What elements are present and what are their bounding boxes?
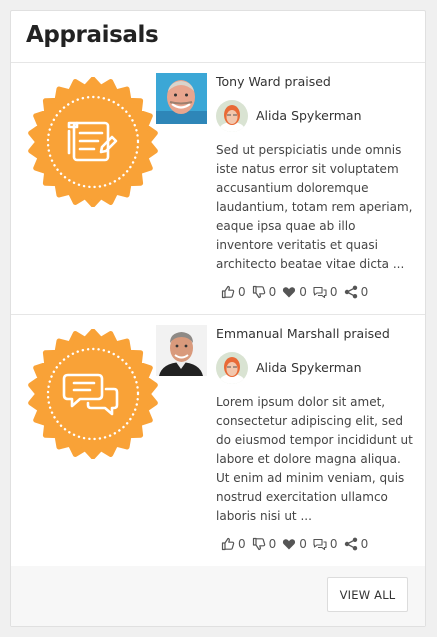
appraisal-actions: 0 0 0 0 0	[221, 285, 368, 299]
like-button[interactable]: 0	[221, 537, 246, 551]
comment-count: 0	[329, 537, 338, 551]
share-button[interactable]: 0	[344, 537, 369, 551]
heart-icon	[283, 287, 296, 298]
like-button[interactable]: 0	[221, 285, 246, 299]
thumbs-up-icon	[221, 285, 235, 299]
recipient-name[interactable]: Alida Spykerman	[256, 360, 362, 375]
praiser-photo[interactable]	[156, 73, 207, 124]
award-badge	[28, 77, 158, 207]
appraisal-actions: 0 0 0 0 0	[221, 537, 368, 551]
recipient-avatar[interactable]	[216, 100, 248, 132]
heart-icon	[283, 539, 296, 550]
recipient-name[interactable]: Alida Spykerman	[256, 108, 362, 123]
thumbs-up-icon	[221, 537, 235, 551]
like-count: 0	[238, 537, 246, 551]
award-badge	[28, 329, 158, 459]
heart-count: 0	[299, 285, 307, 299]
appraisal-item: Tony Ward praised Alida Spykerman Sed ut…	[11, 63, 425, 315]
share-icon	[344, 537, 357, 551]
view-all-button[interactable]: VIEW ALL	[327, 577, 408, 612]
comment-button[interactable]: 0	[313, 537, 338, 551]
appraisals-widget: Appraisals Tony Ward praised Alida Spyke…	[10, 10, 426, 627]
heart-count: 0	[299, 537, 307, 551]
dislike-button[interactable]: 0	[252, 537, 277, 551]
share-icon	[344, 285, 357, 299]
share-button[interactable]: 0	[344, 285, 369, 299]
heart-button[interactable]: 0	[282, 537, 307, 551]
widget-header: Appraisals	[11, 11, 425, 63]
comment-count: 0	[329, 285, 338, 299]
comment-button[interactable]: 0	[313, 285, 338, 299]
appraisal-message: Lorem ipsum dolor sit amet, consectetur …	[216, 395, 413, 523]
share-count: 0	[360, 285, 369, 299]
share-count: 0	[360, 537, 369, 551]
comments-icon	[313, 538, 327, 551]
thumbs-down-icon	[252, 537, 265, 551]
praiser-text[interactable]: Tony Ward praised	[216, 74, 331, 89]
appraisal-item: Emmanual Marshall praised Alida Spykerma…	[11, 315, 425, 567]
dislike-count: 0	[268, 285, 277, 299]
thumbs-down-icon	[252, 285, 265, 299]
praiser-text[interactable]: Emmanual Marshall praised	[216, 326, 390, 341]
dislike-button[interactable]: 0	[252, 285, 277, 299]
widget-title: Appraisals	[26, 22, 159, 48]
dislike-count: 0	[268, 537, 277, 551]
like-count: 0	[238, 285, 246, 299]
heart-button[interactable]: 0	[282, 285, 307, 299]
appraisal-message: Sed ut perspiciatis unde omnis iste natu…	[216, 143, 413, 271]
widget-footer: VIEW ALL	[11, 566, 425, 626]
recipient-avatar[interactable]	[216, 352, 248, 384]
praiser-photo[interactable]	[156, 325, 207, 376]
comments-icon	[313, 286, 327, 299]
